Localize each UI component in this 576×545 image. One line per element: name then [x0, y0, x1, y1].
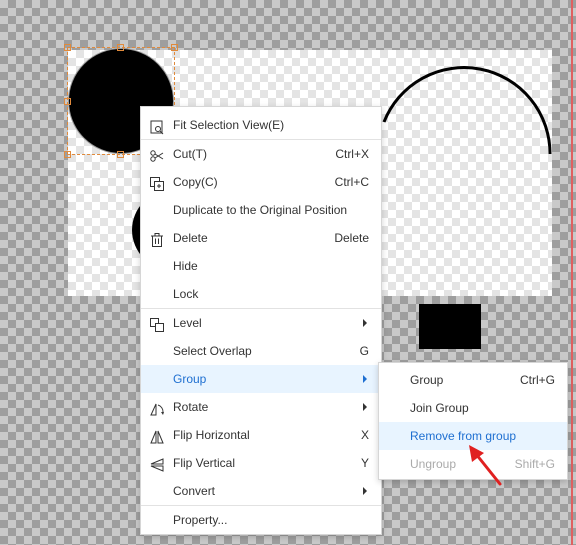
- menu-item-label: Duplicate to the Original Position: [173, 203, 348, 217]
- menu-item-label: Level: [173, 316, 202, 330]
- submenu-item-join-group[interactable]: Join Group: [379, 394, 567, 422]
- menu-item-label: Lock: [173, 287, 199, 301]
- canvas-boundary-line: [571, 0, 573, 545]
- menu-item-label: Fit Selection View(E): [173, 118, 285, 132]
- annotation-arrow-icon: [469, 445, 502, 486]
- menu-item-label: Hide: [173, 259, 198, 273]
- menu-item-label: Rotate: [173, 400, 209, 414]
- arc-shape[interactable]: [380, 58, 560, 168]
- menu-item-label: Select Overlap: [173, 344, 252, 358]
- shortcut-text: Ctrl+C: [334, 175, 369, 189]
- menu-item-level[interactable]: Level: [141, 309, 381, 337]
- menu-item-label: Delete: [173, 231, 208, 245]
- menu-item-label: Group: [410, 373, 444, 387]
- shortcut-text: X: [360, 428, 369, 442]
- resize-handle[interactable]: [117, 44, 124, 51]
- menu-item-flip-vertical[interactable]: Flip Vertical Y: [141, 449, 381, 477]
- resize-handle[interactable]: [64, 44, 71, 51]
- menu-item-label: Join Group: [410, 401, 469, 415]
- menu-item-label: Flip Vertical: [173, 456, 236, 470]
- chevron-right-icon: [363, 375, 367, 383]
- menu-item-label: Convert: [173, 484, 216, 498]
- menu-item-select-overlap[interactable]: Select Overlap G: [141, 337, 381, 365]
- chevron-right-icon: [363, 403, 367, 411]
- rectangle-shape[interactable]: [419, 304, 481, 349]
- flip-vertical-icon: [149, 455, 165, 472]
- menu-item-flip-horizontal[interactable]: Flip Horizontal X: [141, 421, 381, 449]
- resize-handle[interactable]: [64, 151, 71, 158]
- context-menu: Fit Selection View(E) Cut(T) Ctrl+X Copy…: [140, 106, 382, 535]
- resize-handle[interactable]: [64, 98, 71, 105]
- resize-handle[interactable]: [117, 151, 124, 158]
- menu-item-fit-selection-view[interactable]: Fit Selection View(E): [141, 111, 381, 139]
- menu-item-label: Group: [173, 372, 207, 386]
- submenu-item-group[interactable]: Group Ctrl+G: [379, 366, 567, 394]
- shortcut-text: Delete: [334, 231, 369, 245]
- menu-item-cut[interactable]: Cut(T) Ctrl+X: [141, 140, 381, 168]
- shortcut-text: G: [359, 344, 369, 358]
- menu-item-rotate[interactable]: Rotate: [141, 393, 381, 421]
- rotate-icon: [149, 399, 165, 416]
- resize-handle[interactable]: [171, 44, 178, 51]
- menu-item-property[interactable]: Property...: [141, 506, 381, 534]
- shortcut-text: Ctrl+G: [519, 373, 555, 387]
- trash-icon: [149, 230, 165, 247]
- shortcut-text: Ctrl+X: [335, 147, 369, 161]
- shortcut-text: Y: [360, 456, 369, 470]
- menu-item-label: Copy(C): [173, 175, 218, 189]
- menu-item-copy[interactable]: Copy(C) Ctrl+C: [141, 168, 381, 196]
- menu-item-lock[interactable]: Lock: [141, 280, 381, 308]
- menu-item-hide[interactable]: Hide: [141, 252, 381, 280]
- menu-item-delete[interactable]: Delete Delete: [141, 224, 381, 252]
- copy-icon: [149, 174, 165, 191]
- menu-item-label: Flip Horizontal: [173, 428, 250, 442]
- layers-icon: [149, 315, 165, 332]
- fit-view-icon: [149, 117, 165, 135]
- menu-item-convert[interactable]: Convert: [141, 477, 381, 505]
- chevron-right-icon: [363, 319, 367, 327]
- menu-item-group[interactable]: Group: [141, 365, 381, 393]
- menu-item-label: Property...: [173, 513, 228, 527]
- menu-item-label: Cut(T): [173, 147, 207, 161]
- scissors-icon: [149, 146, 165, 162]
- chevron-right-icon: [363, 487, 367, 495]
- flip-horizontal-icon: [149, 427, 165, 444]
- shortcut-text: Shift+G: [514, 457, 555, 471]
- menu-item-duplicate[interactable]: Duplicate to the Original Position: [141, 196, 381, 224]
